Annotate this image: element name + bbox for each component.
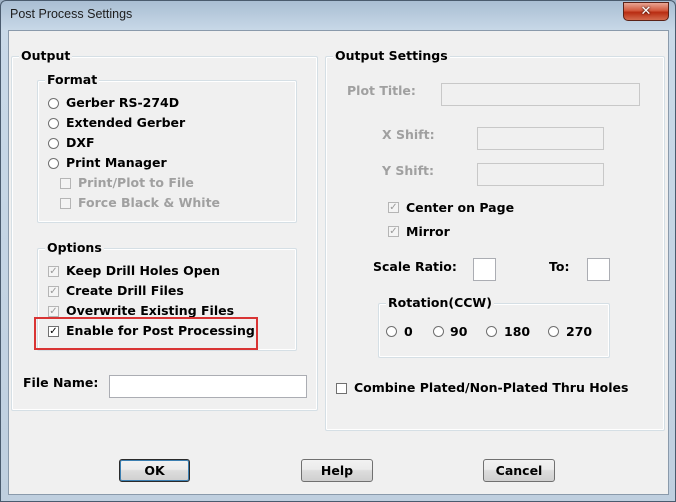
checkbox-print-plot-to-file[interactable] xyxy=(60,178,71,189)
scale-ratio-label: Scale Ratio: xyxy=(373,259,457,274)
format-group-label: Format xyxy=(45,72,100,88)
checkbox-mirror[interactable]: ✓ xyxy=(388,226,399,237)
label-mirror: Mirror xyxy=(406,224,450,239)
file-name-label: File Name: xyxy=(23,375,99,390)
label-keep-drill-holes-open: Keep Drill Holes Open xyxy=(66,263,221,278)
plot-title-label: Plot Title: xyxy=(347,83,416,98)
output-settings-group: Output Settings xyxy=(325,48,665,431)
scale-ratio-field[interactable] xyxy=(473,258,496,281)
label-force-black-white: Force Black & White xyxy=(78,195,221,210)
label-print-plot-to-file: Print/Plot to File xyxy=(78,175,194,190)
checkbox-overwrite-existing-files[interactable]: ✓ xyxy=(48,306,59,317)
label-extended-gerber: Extended Gerber xyxy=(66,115,186,130)
help-button[interactable]: Help xyxy=(301,459,373,482)
label-gerber-rs274d: Gerber RS-274D xyxy=(66,95,180,110)
label-print-manager: Print Manager xyxy=(66,155,167,170)
label-combine-plated-holes: Combine Plated/Non-Plated Thru Holes xyxy=(354,380,629,395)
title-bar[interactable]: Post Process Settings ✕ xyxy=(1,1,675,29)
label-create-drill-files: Create Drill Files xyxy=(66,283,184,298)
plot-title-field[interactable] xyxy=(441,83,640,106)
dialog-window: Post Process Settings ✕ Output Format Ge… xyxy=(0,0,676,502)
x-shift-field[interactable] xyxy=(477,127,604,150)
checkbox-create-drill-files[interactable]: ✓ xyxy=(48,286,59,297)
radio-rotation-180[interactable] xyxy=(486,326,497,337)
radio-print-manager[interactable] xyxy=(48,158,59,169)
radio-rotation-90[interactable] xyxy=(433,326,444,337)
scale-to-field[interactable] xyxy=(587,258,610,281)
radio-dxf[interactable] xyxy=(48,138,59,149)
file-name-input[interactable] xyxy=(110,376,306,398)
ok-button[interactable]: OK xyxy=(119,459,190,482)
label-dxf: DXF xyxy=(66,135,95,150)
x-shift-label: X Shift: xyxy=(382,127,435,142)
rotation-group-label: Rotation(CCW) xyxy=(386,295,494,311)
file-name-field[interactable] xyxy=(109,375,307,398)
y-shift-field[interactable] xyxy=(477,163,604,186)
checkbox-center-on-page[interactable]: ✓ xyxy=(388,202,399,213)
checkbox-keep-drill-holes-open[interactable]: ✓ xyxy=(48,266,59,277)
label-rotation-270: 270 xyxy=(566,324,593,339)
radio-rotation-0[interactable] xyxy=(386,326,397,337)
label-rotation-90: 90 xyxy=(450,324,468,339)
radio-rotation-270[interactable] xyxy=(548,326,559,337)
y-shift-label: Y Shift: xyxy=(382,163,435,178)
label-center-on-page: Center on Page xyxy=(406,200,515,215)
window-title: Post Process Settings xyxy=(10,7,133,21)
close-button[interactable]: ✕ xyxy=(623,2,669,21)
checkbox-force-black-white[interactable] xyxy=(60,198,71,209)
label-rotation-180: 180 xyxy=(504,324,531,339)
checkbox-combine-plated-holes[interactable] xyxy=(336,383,347,394)
label-rotation-0: 0 xyxy=(404,324,413,339)
radio-extended-gerber[interactable] xyxy=(48,118,59,129)
radio-gerber-rs274d[interactable] xyxy=(48,98,59,109)
cancel-button[interactable]: Cancel xyxy=(483,459,555,482)
options-group-label: Options xyxy=(45,240,104,256)
output-group-label: Output xyxy=(19,48,73,64)
to-label: To: xyxy=(549,259,570,274)
output-settings-group-label: Output Settings xyxy=(333,48,450,64)
highlight-annotation xyxy=(34,317,258,350)
close-icon: ✕ xyxy=(640,4,652,19)
